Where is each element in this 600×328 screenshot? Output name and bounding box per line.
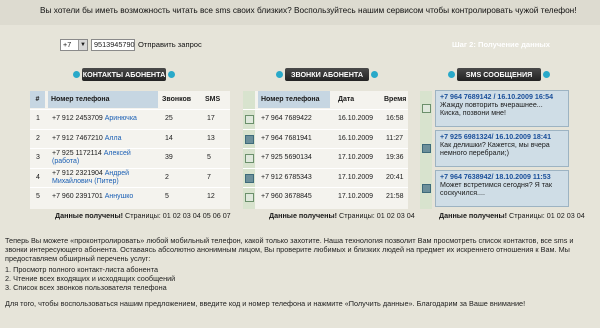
chevron-down-icon[interactable]: ▼ bbox=[78, 40, 87, 50]
sms-header: SMS СООБЩЕНИЯ bbox=[448, 68, 550, 81]
calls-col-header-time: Время bbox=[384, 96, 407, 103]
contact-cell: +7 912 7467210 Алла bbox=[52, 135, 152, 143]
contact-cell: +7 912 2453709 Аринючка bbox=[52, 115, 152, 123]
sms-checkbox[interactable] bbox=[422, 144, 431, 153]
col-header-sms: SMS bbox=[205, 96, 221, 103]
calls-col-header-date: Дата bbox=[338, 96, 355, 103]
call-date: 16.10.2009 bbox=[338, 115, 374, 122]
sms-count: 5 bbox=[207, 154, 211, 161]
sms-text: Может встретимся сегодня? Я так соскучил… bbox=[440, 181, 552, 197]
contact-phone: +7 925 1172114 bbox=[52, 150, 104, 157]
contact-phone: +7 960 2391701 bbox=[52, 193, 105, 200]
call-time: 20:41 bbox=[386, 173, 404, 181]
intro-text: Вы хотели бы иметь возможность читать вс… bbox=[40, 5, 577, 15]
contact-phone: +7 912 7467210 bbox=[52, 134, 105, 142]
call-phone: +7 964 7681941 bbox=[261, 134, 312, 142]
sms-count: 7 bbox=[207, 173, 211, 181]
sms-count: 17 bbox=[207, 115, 215, 122]
contact-phone: +7 912 2321904 bbox=[52, 169, 105, 177]
sms-message[interactable]: +7 964 7689142 / 16.10.2009 16:54 Жажду п… bbox=[435, 90, 569, 127]
call-date: 17.10.2009 bbox=[338, 173, 374, 181]
call-date: 17.10.2009 bbox=[338, 193, 374, 200]
sms-header: +7 925 6981324/ 16.10.2009 18:41 bbox=[440, 133, 552, 141]
call-time: 19:36 bbox=[386, 154, 404, 161]
closing-paragraph: Для того, чтобы воспользоваться нашим пр… bbox=[5, 299, 526, 308]
call-time: 11:27 bbox=[386, 134, 403, 142]
col-header-phone: Номер телефона bbox=[48, 91, 158, 108]
list-item: 2. Чтение всех входящих и исходящих сооб… bbox=[5, 274, 176, 283]
phone-input[interactable]: 9513945790 bbox=[91, 39, 135, 51]
row-separator bbox=[243, 128, 408, 130]
sms-message[interactable]: +7 925 6981324/ 16.10.2009 18:41 Как дели… bbox=[435, 130, 569, 167]
calls-pages[interactable]: Страницы: 01 02 03 04 bbox=[339, 211, 415, 220]
row-separator bbox=[30, 148, 230, 149]
sms-checkbox[interactable] bbox=[422, 184, 431, 193]
calls-count: 25 bbox=[165, 115, 173, 122]
call-time: 21:58 bbox=[386, 193, 404, 200]
sms-header: +7 964 7689142 / 16.10.2009 16:54 bbox=[440, 93, 554, 101]
contact-name-link[interactable]: Алла bbox=[105, 135, 122, 142]
row-separator bbox=[243, 167, 408, 169]
list-item: 3. Список всех звонков пользователя теле… bbox=[5, 283, 167, 292]
call-date: 17.10.2009 bbox=[338, 154, 374, 161]
call-phone: +7 964 7689422 bbox=[261, 115, 312, 122]
row-number: 1 bbox=[36, 115, 40, 122]
row-separator bbox=[243, 187, 408, 188]
call-phone: +7 960 3678845 bbox=[261, 193, 312, 200]
call-phone: +7 925 5690134 bbox=[261, 154, 312, 161]
sms-text: Как делишки? Кажется, мы вчера немного п… bbox=[440, 141, 550, 157]
call-date: 16.10.2009 bbox=[338, 134, 374, 142]
call-checkbox[interactable] bbox=[245, 154, 254, 163]
sms-pages[interactable]: Страницы: 01 02 03 04 bbox=[509, 211, 585, 220]
list-item: 1. Просмотр полного контакт-листа абонен… bbox=[5, 265, 159, 274]
calls-header: ЗВОНКИ АБОНЕНТА bbox=[276, 68, 378, 81]
contact-cell: +7 960 2391701 Аннушко bbox=[52, 193, 152, 201]
call-checkbox[interactable] bbox=[245, 173, 254, 183]
calls-col-header-phone: Номер телефона bbox=[258, 91, 330, 108]
call-checkbox[interactable] bbox=[245, 134, 254, 144]
sms-header: +7 964 7638942/ 18.10.2009 11:53 bbox=[440, 173, 551, 181]
contact-name-link[interactable]: Аннушко bbox=[105, 193, 134, 200]
sms-checkbox[interactable] bbox=[422, 104, 431, 113]
row-separator bbox=[30, 128, 230, 130]
description-paragraph: Теперь Вы можете «проконтролировать» люб… bbox=[5, 236, 574, 263]
sms-count: 12 bbox=[207, 193, 215, 200]
contact-name-link[interactable]: Аринючка bbox=[105, 115, 137, 122]
sms-text: Жажду повторить вчерашнее... Киска, позв… bbox=[440, 101, 543, 117]
country-code-select[interactable]: +7 ▼ bbox=[60, 39, 88, 51]
contacts-header: КОНТАКТЫ АБОНЕНТА bbox=[73, 68, 175, 81]
row-separator bbox=[243, 148, 408, 149]
calls-count: 2 bbox=[165, 173, 169, 181]
contact-cell: +7 912 2321904 Андрей Михайлович (Питер) bbox=[52, 170, 152, 186]
row-separator bbox=[243, 109, 408, 110]
step-label: Шаг 2: Получение данных bbox=[452, 40, 550, 49]
call-checkbox[interactable] bbox=[245, 115, 254, 124]
row-number: 5 bbox=[36, 193, 40, 200]
calls-status: Данные получены! Страницы: 01 02 03 04 bbox=[269, 211, 415, 220]
services-list: 1. Просмотр полного контакт-листа абонен… bbox=[5, 265, 595, 292]
call-checkbox[interactable] bbox=[245, 193, 254, 202]
row-number: 3 bbox=[36, 154, 40, 161]
sms-message[interactable]: +7 964 7638942/ 18.10.2009 11:53 Может вс… bbox=[435, 170, 569, 207]
calls-count: 5 bbox=[165, 193, 169, 200]
sms-count: 13 bbox=[207, 134, 215, 142]
call-phone: +7 912 6785343 bbox=[261, 173, 312, 181]
row-number: 4 bbox=[36, 173, 40, 181]
contact-phone: +7 912 2453709 bbox=[52, 115, 105, 122]
col-header-num: # bbox=[30, 91, 45, 108]
contacts-status: Данные получены! Страницы: 01 02 03 04 0… bbox=[55, 211, 231, 220]
row-separator bbox=[30, 187, 230, 188]
row-number: 2 bbox=[36, 134, 40, 142]
calls-count: 39 bbox=[165, 154, 173, 161]
contacts-pages[interactable]: Страницы: 01 02 03 04 05 06 07 bbox=[125, 211, 231, 220]
sms-status: Данные получены! Страницы: 01 02 03 04 bbox=[439, 211, 585, 220]
contact-cell: +7 925 1172114 Алексей (работа) bbox=[52, 150, 152, 166]
calls-count: 14 bbox=[165, 134, 173, 142]
col-header-calls: Звонков bbox=[162, 96, 192, 103]
send-request-link[interactable]: Отправить запрос bbox=[138, 40, 202, 49]
call-time: 16:58 bbox=[386, 115, 404, 122]
row-separator bbox=[30, 109, 230, 110]
row-separator bbox=[30, 167, 230, 169]
